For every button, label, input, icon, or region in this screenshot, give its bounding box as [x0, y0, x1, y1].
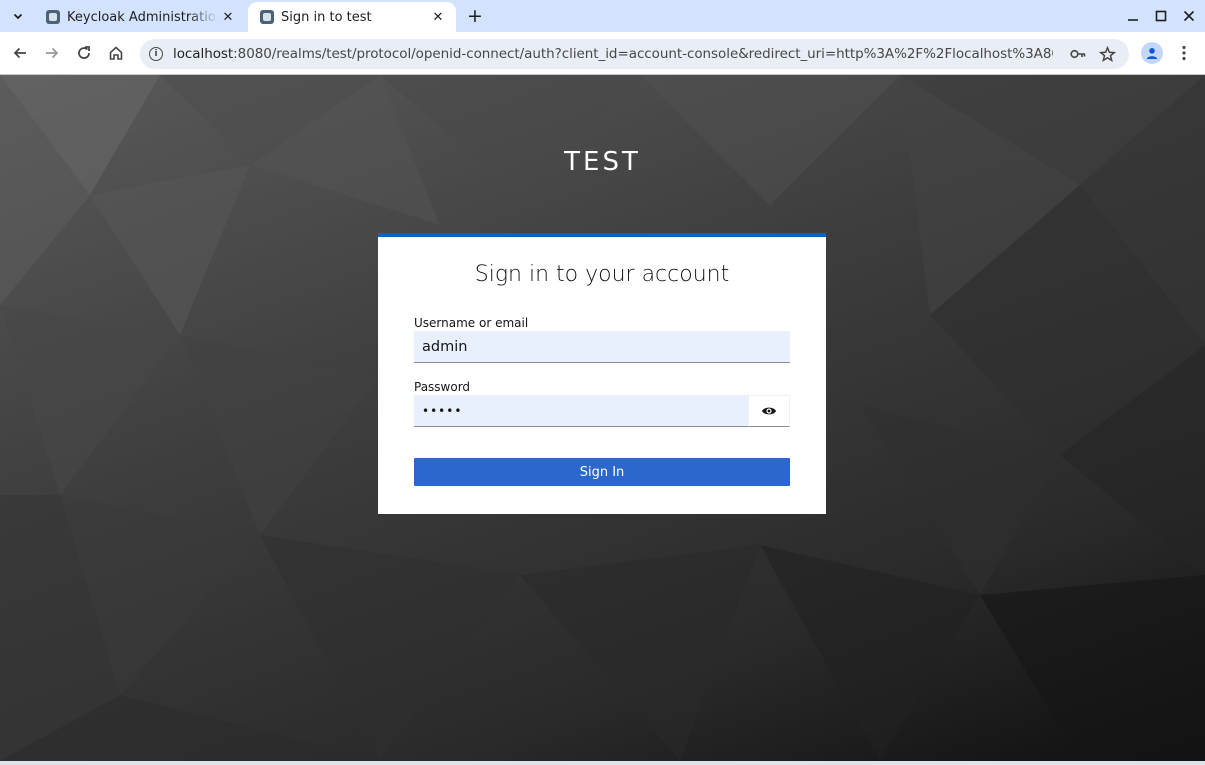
minimize-button[interactable]	[1122, 5, 1144, 27]
realm-title: TEST	[564, 147, 641, 177]
plus-icon: +	[467, 5, 483, 27]
tab-title: Sign in to test	[281, 9, 372, 25]
back-arrow-icon	[13, 47, 26, 59]
forward-arrow-icon	[46, 47, 59, 59]
new-tab-button[interactable]: +	[464, 5, 486, 27]
keycloak-favicon-icon	[260, 10, 274, 24]
forward-button[interactable]	[40, 41, 64, 65]
browser-toolbar: i localhost:8080/realms/test/protocol/op…	[0, 32, 1205, 75]
window-bottom-edge	[0, 761, 1205, 765]
info-icon[interactable]: i	[149, 47, 163, 61]
profile-icon	[1146, 48, 1158, 59]
reload-button[interactable]	[72, 41, 96, 65]
home-button[interactable]	[104, 41, 128, 65]
minimize-icon	[1128, 19, 1138, 21]
username-label: Username or email	[414, 316, 529, 330]
password-key-button[interactable]	[1067, 43, 1089, 65]
bookmark-button[interactable]	[1096, 43, 1118, 65]
more-vertical-icon	[1182, 45, 1186, 61]
password-input[interactable]: •••••	[414, 395, 748, 427]
url-text[interactable]: localhost:8080/realms/test/protocol/open…	[173, 46, 1053, 62]
show-password-button[interactable]	[748, 395, 790, 427]
tab-sign-in[interactable]: Sign in to test ✕	[248, 2, 456, 32]
maximize-button[interactable]	[1150, 5, 1172, 27]
close-icon[interactable]: ✕	[428, 7, 448, 27]
tab-strip: Keycloak Administration Console ✕ Sign i…	[0, 0, 1205, 32]
login-page: TEST Sign in to your account Username or…	[0, 75, 1205, 761]
maximize-icon	[1155, 10, 1167, 22]
chevron-down-icon	[13, 13, 23, 20]
close-window-button[interactable]	[1178, 5, 1200, 27]
sign-in-button[interactable]: Sign In	[414, 458, 790, 486]
star-icon	[1098, 45, 1116, 62]
close-icon[interactable]: ✕	[218, 7, 238, 27]
home-icon	[109, 46, 123, 60]
reload-icon	[78, 46, 90, 59]
tab-keycloak-admin[interactable]: Keycloak Administration Console ✕	[34, 2, 246, 32]
close-icon	[1183, 10, 1195, 22]
tab-search-button[interactable]	[6, 5, 30, 27]
username-input[interactable]: admin	[414, 331, 790, 363]
profile-button[interactable]	[1141, 42, 1163, 64]
browser-menu-button[interactable]	[1174, 42, 1194, 64]
eye-icon	[762, 407, 776, 415]
back-button[interactable]	[8, 41, 32, 65]
login-heading: Sign in to your account	[474, 262, 730, 287]
key-icon	[1070, 49, 1086, 59]
login-card: Sign in to your account Username or emai…	[378, 233, 826, 514]
tab-title: Keycloak Administration Console	[67, 9, 218, 25]
password-label: Password	[414, 380, 471, 394]
keycloak-favicon-icon	[46, 10, 60, 24]
address-bar[interactable]: i localhost:8080/realms/test/protocol/op…	[140, 39, 1129, 69]
